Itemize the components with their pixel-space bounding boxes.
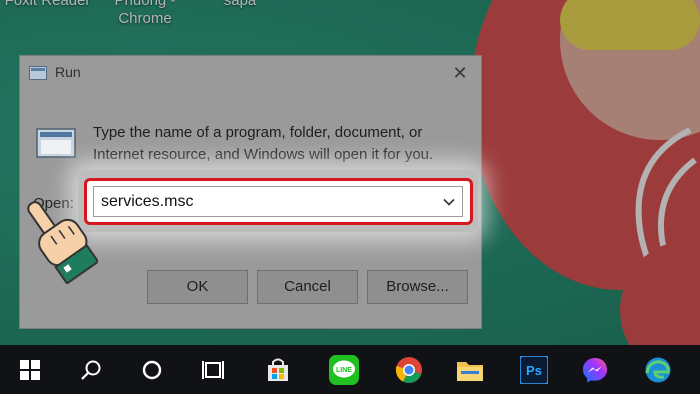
title-bar[interactable]: Run ✕ [20, 56, 481, 90]
search-button[interactable] [73, 352, 109, 388]
ok-button[interactable]: OK [147, 270, 248, 304]
edge-button[interactable] [640, 352, 676, 388]
cortana-button[interactable] [134, 352, 170, 388]
messenger-icon [583, 358, 607, 383]
start-icon [20, 360, 40, 380]
cancel-button[interactable]: Cancel [257, 270, 358, 304]
run-app-icon [29, 66, 47, 80]
search-icon [81, 360, 101, 380]
messenger-button[interactable] [577, 352, 613, 388]
file-explorer-button[interactable] [452, 352, 488, 388]
run-description: Type the name of a program, folder, docu… [93, 124, 434, 163]
photoshop-button[interactable]: Ps [516, 352, 552, 388]
photoshop-icon-text: Ps [526, 363, 542, 378]
taskbar: LINE Ps [0, 345, 700, 394]
line-icon: LINE [329, 355, 359, 385]
open-input-value[interactable]: services.msc [101, 193, 193, 211]
cortana-icon [142, 360, 162, 380]
pointing-hand-icon [27, 201, 98, 284]
start-button[interactable] [12, 352, 48, 388]
chevron-down-icon[interactable] [442, 195, 456, 209]
task-view-icon [202, 361, 224, 379]
highlight-frame: services.msc [84, 178, 473, 225]
chrome-icon [395, 357, 422, 383]
store-icon [268, 358, 288, 381]
chrome-button[interactable] [391, 352, 427, 388]
close-icon[interactable]: ✕ [449, 62, 471, 84]
file-explorer-icon [457, 362, 483, 381]
edge-icon [645, 357, 671, 383]
open-combobox[interactable]: services.msc [93, 186, 463, 217]
task-view-button[interactable] [195, 352, 231, 388]
run-program-icon [36, 128, 76, 158]
browse-button[interactable]: Browse... [367, 270, 468, 304]
line-icon-text: LINE [336, 367, 352, 374]
photoshop-icon: Ps [520, 356, 548, 384]
store-button[interactable] [260, 352, 296, 388]
dialog-title: Run [55, 64, 81, 80]
line-app-button[interactable]: LINE [326, 352, 362, 388]
